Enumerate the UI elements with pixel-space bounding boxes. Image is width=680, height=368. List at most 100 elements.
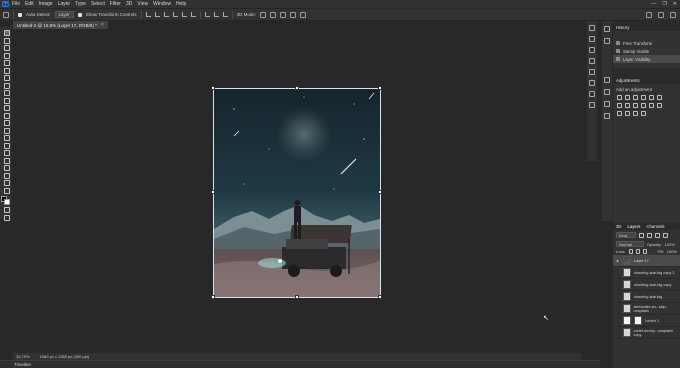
threshold-icon[interactable]: [625, 111, 630, 116]
brush-panel-icon[interactable]: [589, 80, 595, 86]
healing-brush-tool-icon[interactable]: [3, 82, 10, 89]
distribute-icon[interactable]: [204, 12, 210, 17]
orbit-3d-icon[interactable]: [260, 11, 267, 18]
layer-row[interactable]: shooting-star-big copy 2: [613, 267, 680, 279]
layer-row[interactable]: shooting-star-big copy: [613, 279, 680, 291]
tab-3d[interactable]: 3D: [616, 224, 622, 229]
layer-row[interactable]: ● Layer 17: [613, 255, 680, 267]
transform-handle-top-left[interactable]: [211, 86, 215, 90]
paragraph-icon[interactable]: [604, 113, 610, 119]
transform-handle-bottom-left[interactable]: [211, 295, 215, 299]
selective-color-icon[interactable]: [641, 111, 646, 116]
blur-tool-icon[interactable]: [3, 127, 10, 134]
history-icon[interactable]: [604, 26, 610, 32]
zoom-tool-icon[interactable]: [3, 179, 10, 187]
transform-handle-bottom-right[interactable]: [378, 295, 382, 299]
layer-row[interactable]: shooting-star-big: [613, 291, 680, 303]
tab-adjustments[interactable]: Adjustments: [616, 78, 640, 83]
menu-file[interactable]: File: [12, 1, 20, 7]
gradient-map-icon[interactable]: [633, 111, 638, 116]
levels-icon[interactable]: [625, 95, 630, 100]
properties-panel-icon[interactable]: [589, 91, 595, 97]
fill-value[interactable]: 100%: [667, 249, 677, 254]
quick-mask-icon[interactable]: [3, 206, 10, 214]
align-middle-icon[interactable]: [181, 12, 187, 17]
exposure-icon[interactable]: [641, 95, 646, 100]
tab-layers[interactable]: Layers: [628, 224, 641, 229]
distribute-horizontal-icon[interactable]: [222, 12, 228, 17]
document-info[interactable]: 1080 px x 1350 px (300 ppi): [40, 354, 90, 359]
channel-mixer-icon[interactable]: [641, 103, 646, 108]
adjustments-icon[interactable]: [604, 77, 610, 83]
filter-type-icon[interactable]: [655, 232, 660, 238]
color-swatches[interactable]: [1, 196, 10, 205]
document-canvas-image[interactable]: [214, 89, 380, 297]
tab-history[interactable]: History: [616, 25, 629, 30]
background-color-swatch[interactable]: [4, 199, 10, 205]
move-tool-icon[interactable]: [3, 29, 10, 37]
layer-row[interactable]: coriel-mcvey...unsplash copy: [613, 327, 680, 339]
timeline-panel-header[interactable]: Timeline: [0, 360, 600, 368]
align-center-icon[interactable]: [154, 12, 160, 17]
frame-tool-icon[interactable]: [3, 67, 10, 74]
tab-channels[interactable]: Channels: [646, 224, 664, 229]
document-tab[interactable]: Untitled-2 @ 16.8% (Layer 17, RGB/8) * ×: [13, 21, 108, 29]
move-tool-icon[interactable]: [3, 11, 9, 18]
history-item-selected[interactable]: Layer Visibility: [613, 55, 680, 63]
menu-edit[interactable]: Edit: [25, 1, 34, 7]
color-lookup-icon[interactable]: [649, 103, 654, 108]
align-bottom-icon[interactable]: [190, 12, 196, 17]
swatches-panel-icon[interactable]: [589, 47, 595, 53]
posterize-icon[interactable]: [617, 111, 622, 116]
layer-row[interactable]: Levels 1: [613, 315, 680, 327]
gradient-tool-icon[interactable]: [3, 119, 10, 127]
menu-help[interactable]: Help: [176, 1, 186, 7]
path-selection-tool-icon[interactable]: [3, 157, 10, 164]
close-window-button[interactable]: ✕: [673, 1, 677, 7]
libraries-panel-icon[interactable]: [589, 102, 595, 108]
history-brush-tool-icon[interactable]: [3, 104, 10, 112]
color-balance-icon[interactable]: [617, 103, 622, 108]
roll-3d-icon[interactable]: [270, 11, 277, 18]
rectangle-tool-icon[interactable]: [3, 164, 10, 172]
distribute-vertical-icon[interactable]: [213, 12, 219, 17]
marquee-tool-icon[interactable]: [3, 37, 10, 44]
character-icon[interactable]: [604, 101, 610, 107]
lock-pixels-icon[interactable]: [628, 249, 633, 254]
minimize-button[interactable]: —: [651, 1, 656, 7]
type-tool-icon[interactable]: [3, 149, 10, 157]
scale-3d-icon[interactable]: [300, 11, 307, 18]
styles-icon[interactable]: [604, 89, 610, 95]
photo-filter-icon[interactable]: [633, 103, 638, 108]
pen-tool-icon[interactable]: [3, 142, 10, 149]
black-white-icon[interactable]: [625, 103, 630, 108]
color-panel-icon[interactable]: [589, 36, 595, 42]
brush-tool-icon[interactable]: [3, 89, 10, 97]
menu-filter[interactable]: Filter: [110, 1, 121, 7]
transform-handle-top-right[interactable]: [378, 86, 382, 90]
screen-mode-icon[interactable]: [3, 214, 10, 222]
opacity-value[interactable]: 100%: [665, 242, 675, 247]
hue-saturation-icon[interactable]: [657, 95, 662, 100]
auto-select-checkbox[interactable]: [18, 12, 22, 17]
vibrance-icon[interactable]: [649, 95, 654, 100]
character-panel-icon[interactable]: [589, 58, 595, 64]
menu-view[interactable]: View: [137, 1, 148, 7]
filter-adjustment-icon[interactable]: [647, 232, 652, 238]
menu-select[interactable]: Select: [91, 1, 105, 7]
layer-row[interactable]: alexander-an...skip-unsplash: [613, 303, 680, 315]
crop-tool-icon[interactable]: [3, 59, 10, 67]
share-icon[interactable]: [670, 12, 676, 18]
show-transform-checkbox[interactable]: [77, 12, 82, 17]
history-panel-icon[interactable]: [589, 25, 595, 31]
lasso-tool-icon[interactable]: [3, 44, 10, 52]
transform-handle-left[interactable]: [211, 190, 215, 194]
lock-all-icon[interactable]: [642, 249, 647, 254]
transform-handle-right[interactable]: [378, 190, 382, 194]
curves-icon[interactable]: [633, 95, 638, 100]
workspace-icon[interactable]: [658, 12, 664, 18]
eyedropper-tool-icon[interactable]: [3, 74, 10, 82]
actions-icon[interactable]: [604, 38, 610, 44]
lock-position-icon[interactable]: [635, 249, 640, 254]
filter-pixel-icon[interactable]: [639, 232, 644, 238]
